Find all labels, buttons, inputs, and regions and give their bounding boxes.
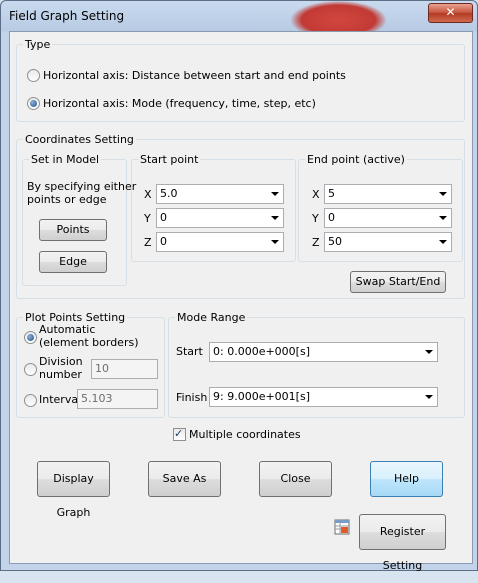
interval-input[interactable]: 5.103 (77, 389, 158, 409)
multiple-coordinates-checkbox[interactable] (173, 427, 186, 441)
multiple-coordinates-label[interactable]: Multiple coordinates (189, 428, 301, 441)
start-x-value: 5.0 (160, 187, 178, 200)
close-button[interactable]: Close (259, 461, 332, 497)
chevron-down-icon[interactable] (439, 192, 447, 196)
chevron-down-icon[interactable] (271, 216, 279, 220)
swap-start-end-button[interactable]: Swap Start/End (350, 271, 446, 293)
window-close-button[interactable]: ✕ (428, 3, 473, 23)
division-label-line2[interactable]: number (39, 368, 82, 381)
coordinates-setting-legend: Coordinates Setting (25, 133, 134, 146)
interval-radio[interactable] (24, 394, 37, 407)
start-x-label: X (144, 188, 152, 201)
start-y-label: Y (144, 212, 151, 225)
division-number-input[interactable]: 10 (91, 359, 158, 379)
spreadsheet-icon (334, 519, 350, 535)
end-z-label: Z (312, 236, 320, 249)
save-as-button[interactable]: Save As (148, 461, 221, 497)
set-in-model-description-line1: By specifying either (27, 180, 137, 193)
mode-finish-combo[interactable]: 9: 9.000e+001[s] (209, 387, 438, 407)
mode-finish-value: 9: 9.000e+001[s] (213, 390, 310, 403)
division-number-value: 10 (95, 362, 109, 375)
start-z-value: 0 (160, 235, 167, 248)
chevron-down-icon[interactable] (439, 216, 447, 220)
mode-start-value: 0: 0.000e+000[s] (213, 345, 310, 358)
mode-start-label: Start (176, 345, 203, 358)
end-y-label: Y (312, 212, 319, 225)
end-z-value: 50 (328, 235, 342, 248)
end-z-combo[interactable]: 50 (324, 232, 452, 252)
end-y-value: 0 (328, 211, 335, 224)
title-bar[interactable]: Field Graph Setting ✕ (1, 1, 477, 39)
set-in-model-description-line2: points or edge (27, 193, 107, 206)
division-number-radio[interactable] (24, 363, 37, 376)
start-x-combo[interactable]: 5.0 (156, 184, 284, 204)
end-point-legend: End point (active) (307, 153, 405, 166)
end-x-value: 5 (328, 187, 335, 200)
chevron-down-icon[interactable] (271, 192, 279, 196)
interval-value: 5.103 (81, 392, 113, 405)
automatic-label-line1[interactable]: Automatic (39, 323, 95, 336)
chevron-down-icon[interactable] (425, 395, 433, 399)
chevron-down-icon[interactable] (271, 240, 279, 244)
division-label-line1[interactable]: Division (39, 355, 83, 368)
start-point-legend: Start point (140, 153, 199, 166)
start-y-value: 0 (160, 211, 167, 224)
mode-axis-label[interactable]: Horizontal axis: Mode (frequency, time, … (43, 97, 316, 110)
help-button[interactable]: Help (370, 461, 443, 497)
interval-label[interactable]: Interval (39, 393, 81, 406)
mode-axis-radio[interactable] (27, 97, 40, 110)
dialog-window: Field Graph Setting ✕ Type Horizontal ax… (0, 0, 478, 572)
end-x-label: X (312, 188, 320, 201)
dialog-client-area: Type Horizontal axis: Distance between s… (9, 31, 473, 572)
start-z-combo[interactable]: 0 (156, 232, 284, 252)
automatic-radio[interactable] (24, 331, 37, 344)
start-y-combo[interactable]: 0 (156, 208, 284, 228)
display-graph-button[interactable]: Display Graph (37, 461, 110, 519)
start-z-label: Z (144, 236, 152, 249)
chevron-down-icon[interactable] (439, 240, 447, 244)
window-title: Field Graph Setting (9, 9, 125, 23)
edge-button[interactable]: Edge (39, 251, 107, 273)
mode-finish-label: Finish (176, 391, 208, 404)
mode-range-legend: Mode Range (177, 311, 246, 324)
distance-axis-label[interactable]: Horizontal axis: Distance between start … (43, 69, 346, 82)
automatic-label-line2[interactable]: (element borders) (39, 336, 138, 349)
distance-axis-radio[interactable] (27, 69, 40, 82)
register-setting-button[interactable]: Register Setting (359, 514, 446, 572)
end-y-combo[interactable]: 0 (324, 208, 452, 228)
type-group-legend: Type (25, 38, 51, 51)
chevron-down-icon[interactable] (425, 350, 433, 354)
end-x-combo[interactable]: 5 (324, 184, 452, 204)
mode-start-combo[interactable]: 0: 0.000e+000[s] (209, 342, 438, 362)
points-button[interactable]: Points (39, 219, 107, 241)
set-in-model-legend: Set in Model (31, 153, 100, 166)
